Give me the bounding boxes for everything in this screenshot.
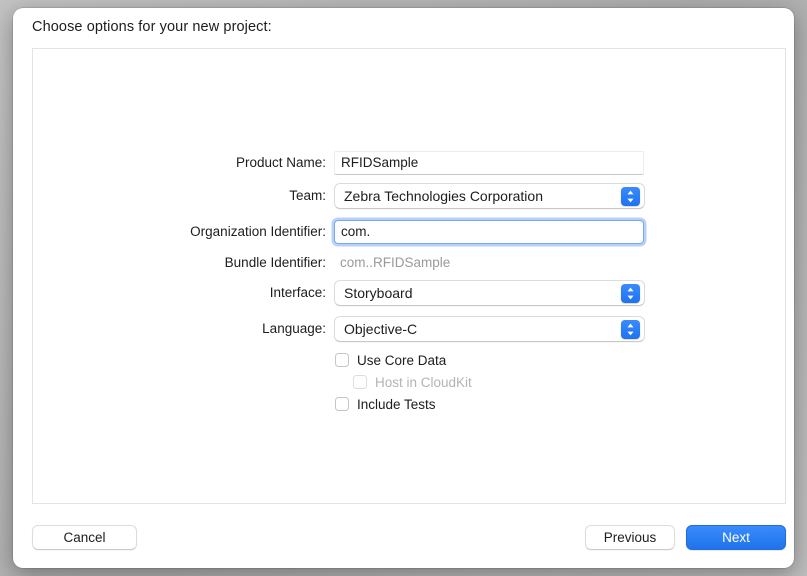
page-title: Choose options for your new project: — [32, 19, 272, 35]
organization-identifier-label: Organization Identifier: — [190, 224, 326, 239]
interface-label: Interface: — [269, 285, 326, 300]
interface-label-box: Interface: — [66, 280, 326, 306]
previous-button[interactable]: Previous — [585, 525, 675, 550]
language-selected-value: Objective-C — [344, 321, 418, 337]
cancel-button[interactable]: Cancel — [32, 525, 137, 550]
form-row-organization-identifier: Organization Identifier: com. — [33, 219, 787, 245]
team-selected-value: Zebra Technologies Corporation — [344, 188, 543, 204]
organization-identifier-input[interactable]: com. — [334, 220, 644, 244]
checkbox-label: Use Core Data — [357, 353, 447, 368]
product-name-label: Product Name: — [235, 155, 326, 170]
checkbox-label: Include Tests — [357, 397, 436, 412]
language-label: Language: — [262, 321, 326, 336]
form-row-team: Team: Zebra Technologies Corporation — [33, 183, 787, 209]
checkbox-box[interactable] — [335, 353, 349, 367]
chevron-up-down-icon[interactable] — [621, 284, 640, 303]
product-name-input[interactable]: RFIDSample — [334, 151, 644, 175]
team-label: Team: — [289, 188, 326, 203]
form-row-bundle-identifier: Bundle Identifier: com..RFIDSample — [33, 250, 787, 276]
new-project-options-dialog: Choose options for your new project: Pro… — [13, 8, 794, 568]
language-select[interactable]: Objective-C — [334, 316, 645, 342]
form-row-language: Language: Objective-C — [33, 316, 787, 342]
next-button[interactable]: Next — [686, 525, 786, 550]
checkbox-box[interactable] — [335, 397, 349, 411]
checkbox-label: Host in CloudKit — [375, 375, 472, 390]
checkbox-box — [353, 375, 367, 389]
chevron-up-down-icon[interactable] — [621, 320, 640, 339]
options-panel: Product Name: RFIDSample Team: Zebra Tec… — [32, 48, 786, 504]
team-label-box: Team: — [66, 183, 326, 209]
language-label-box: Language: — [66, 316, 326, 342]
organization-identifier-label-box: Organization Identifier: — [66, 219, 326, 245]
team-select[interactable]: Zebra Technologies Corporation — [334, 183, 645, 209]
bundle-identifier-label-box: Bundle Identifier: — [66, 250, 326, 276]
form-row-product-name: Product Name: RFIDSample — [33, 150, 787, 176]
interface-selected-value: Storyboard — [344, 285, 413, 301]
form-row-interface: Interface: Storyboard — [33, 280, 787, 306]
chevron-up-down-icon[interactable] — [621, 187, 640, 206]
bundle-identifier-value: com..RFIDSample — [340, 255, 451, 270]
bundle-identifier-label: Bundle Identifier: — [224, 255, 326, 270]
product-name-label-box: Product Name: — [66, 150, 326, 176]
interface-select[interactable]: Storyboard — [334, 280, 645, 306]
